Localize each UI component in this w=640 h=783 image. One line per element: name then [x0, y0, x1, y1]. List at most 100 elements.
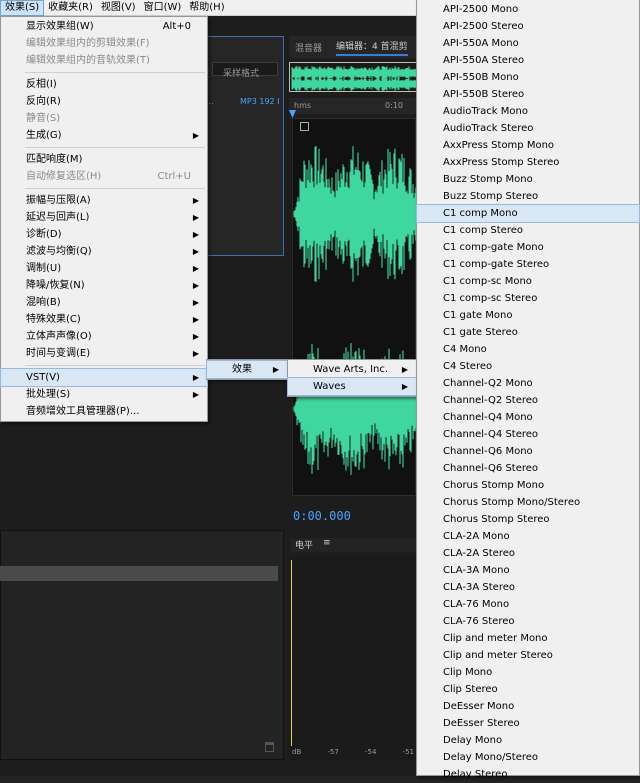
menu-help[interactable]: 帮助(H): [185, 0, 228, 16]
rack-row[interactable]: [0, 566, 278, 581]
plugin-item[interactable]: API-550B Mono: [417, 69, 639, 86]
menu-item-label: 滤波与均衡(Q): [26, 246, 92, 257]
menu-window[interactable]: 窗口(W): [140, 0, 186, 16]
plugin-item[interactable]: Channel-Q4 Stereo: [417, 426, 639, 443]
submenu-arrow-icon: ▶: [192, 315, 199, 324]
plugin-item[interactable]: C1 comp-gate Stereo: [417, 256, 639, 273]
plugin-item[interactable]: Clip Mono: [417, 664, 639, 681]
menu-item-label: 匹配响度(M): [26, 154, 83, 165]
hud-zoom-icon[interactable]: [300, 122, 309, 131]
column-format[interactable]: 采样格式: [223, 66, 259, 79]
vst-submenu: 效果 ▶: [206, 359, 288, 380]
plugin-item[interactable]: AxxPress Stomp Stereo: [417, 154, 639, 171]
time-ruler[interactable]: hms 0:10: [289, 98, 419, 114]
plugin-item[interactable]: C1 gate Stereo: [417, 324, 639, 341]
plugin-item[interactable]: DeEsser Stereo: [417, 715, 639, 732]
plugin-item[interactable]: API-550A Mono: [417, 35, 639, 52]
plugin-item[interactable]: Channel-Q2 Mono: [417, 375, 639, 392]
plugin-item[interactable]: C1 comp-sc Stereo: [417, 290, 639, 307]
plugin-item[interactable]: API-550B Stereo: [417, 86, 639, 103]
submenu-arrow-icon: ▶: [192, 196, 199, 205]
plugin-item[interactable]: C4 Stereo: [417, 358, 639, 375]
menu-item-label: 振幅与压限(A): [26, 195, 91, 206]
effects-menu-item[interactable]: 反向(R): [1, 93, 207, 110]
plugin-item[interactable]: Channel-Q6 Stereo: [417, 460, 639, 477]
plugin-item[interactable]: Buzz Stomp Mono: [417, 171, 639, 188]
plugin-item[interactable]: CLA-3A Mono: [417, 562, 639, 579]
waveform-overview[interactable]: [289, 62, 419, 92]
menu-favorites[interactable]: 收藏夹(R): [44, 0, 97, 16]
menu-item-wave-arts[interactable]: Wave Arts, Inc. ▶: [288, 361, 416, 378]
effects-menu-item[interactable]: 匹配响度(M): [1, 151, 207, 168]
menu-separator: [25, 147, 205, 148]
panel-menu-icon[interactable]: ≡: [323, 538, 331, 552]
plugin-item[interactable]: Channel-Q2 Stereo: [417, 392, 639, 409]
tab-mixer[interactable]: 混音器: [295, 41, 322, 54]
plugin-item[interactable]: Clip Stereo: [417, 681, 639, 698]
plugin-item[interactable]: Channel-Q6 Mono: [417, 443, 639, 460]
effects-menu-item[interactable]: 生成(G) ▶: [1, 127, 207, 144]
menu-item-effects[interactable]: 效果 ▶: [206, 360, 288, 379]
plugin-item[interactable]: CLA-76 Mono: [417, 596, 639, 613]
plugin-item[interactable]: CLA-76 Stereo: [417, 613, 639, 630]
effects-menu-item[interactable]: 振幅与压限(A) ▶: [1, 192, 207, 209]
plugin-item[interactable]: Chorus Stomp Mono: [417, 477, 639, 494]
menu-view[interactable]: 视图(V): [97, 0, 140, 16]
plugin-item[interactable]: C4 Mono: [417, 341, 639, 358]
menu-item-label: 延迟与回声(L): [26, 212, 90, 223]
plugin-item[interactable]: C1 comp-gate Mono: [417, 239, 639, 256]
submenu-arrow-icon: ▶: [192, 247, 199, 256]
effects-menu-item[interactable]: 诊断(D) ▶: [1, 226, 207, 243]
effects-menu-item[interactable]: 调制(U) ▶: [1, 260, 207, 277]
plugin-item[interactable]: API-2500 Stereo: [417, 18, 639, 35]
plugin-item[interactable]: C1 comp Stereo: [417, 222, 639, 239]
plugin-item[interactable]: CLA-3A Stereo: [417, 579, 639, 596]
plugin-item[interactable]: Clip and meter Stereo: [417, 647, 639, 664]
effects-menu-item[interactable]: 特殊效果(C) ▶: [1, 311, 207, 328]
timecode-display[interactable]: 0:00.000: [293, 509, 351, 523]
effects-menu-item[interactable]: 时间与变调(E) ▶: [1, 345, 207, 362]
effects-menu-item[interactable]: 立体声声像(O) ▶: [1, 328, 207, 345]
effects-menu-item[interactable]: 批处理(S) ▶: [1, 386, 207, 403]
effects-menu-item[interactable]: VST(V) ▶: [0, 368, 208, 387]
plugin-item[interactable]: Buzz Stomp Stereo: [417, 188, 639, 205]
plugin-item[interactable]: C1 gate Mono: [417, 307, 639, 324]
plugin-item[interactable]: Delay Mono/Stereo: [417, 749, 639, 766]
plugin-item[interactable]: DeEsser Mono: [417, 698, 639, 715]
effects-menu-item[interactable]: 延迟与回声(L) ▶: [1, 209, 207, 226]
menu-item-waves[interactable]: Waves ▶: [287, 377, 417, 396]
plugin-item[interactable]: CLA-2A Mono: [417, 528, 639, 545]
effects-menu-item[interactable]: 显示效果组(W) Alt+0: [1, 18, 207, 35]
menu-item-label: 编辑效果组内的音轨效果(T): [26, 55, 150, 66]
plugin-item[interactable]: AudioTrack Stereo: [417, 120, 639, 137]
plugin-item[interactable]: Chorus Stomp Stereo: [417, 511, 639, 528]
menu-effects[interactable]: 效果(S): [0, 0, 45, 16]
plugin-item[interactable]: Clip and meter Mono: [417, 630, 639, 647]
plugin-item[interactable]: AxxPress Stomp Mono: [417, 137, 639, 154]
levels-scale: dB -57 -54 -51: [290, 748, 416, 756]
waveform-display[interactable]: [292, 118, 417, 496]
overview-channel: [291, 66, 418, 91]
trash-icon[interactable]: [265, 742, 274, 752]
plugin-item[interactable]: Delay Mono: [417, 732, 639, 749]
vendor-submenu: Wave Arts, Inc. ▶ Waves ▶: [287, 359, 417, 397]
plugin-item[interactable]: AudioTrack Mono: [417, 103, 639, 120]
menu-item-label: 生成(G): [26, 130, 62, 141]
submenu-arrow-icon: ▶: [192, 332, 199, 341]
effects-menu-item[interactable]: 滤波与均衡(Q) ▶: [1, 243, 207, 260]
plugin-item[interactable]: API-550A Stereo: [417, 52, 639, 69]
editor-tabs: 混音器 编辑器：4 首混剪: [289, 36, 419, 58]
plugin-item[interactable]: CLA-2A Stereo: [417, 545, 639, 562]
effects-menu-item[interactable]: 反相(I): [1, 76, 207, 93]
menu-item-label: 立体声声像(O): [26, 331, 92, 342]
effects-menu-item[interactable]: 降噪/恢复(N) ▶: [1, 277, 207, 294]
effects-menu-item[interactable]: 音频增效工具管理器(P)...: [1, 403, 207, 420]
tab-editor[interactable]: 编辑器：4 首混剪: [336, 39, 408, 56]
plugin-item[interactable]: Chorus Stomp Mono/Stereo: [417, 494, 639, 511]
plugin-item[interactable]: Channel-Q4 Mono: [417, 409, 639, 426]
plugin-item[interactable]: Delay Stereo: [417, 766, 639, 783]
plugin-item[interactable]: C1 comp-sc Mono: [417, 273, 639, 290]
effects-menu-item[interactable]: 混响(B) ▶: [1, 294, 207, 311]
plugin-item[interactable]: C1 comp Mono: [416, 204, 640, 223]
plugin-item[interactable]: API-2500 Mono: [417, 1, 639, 18]
